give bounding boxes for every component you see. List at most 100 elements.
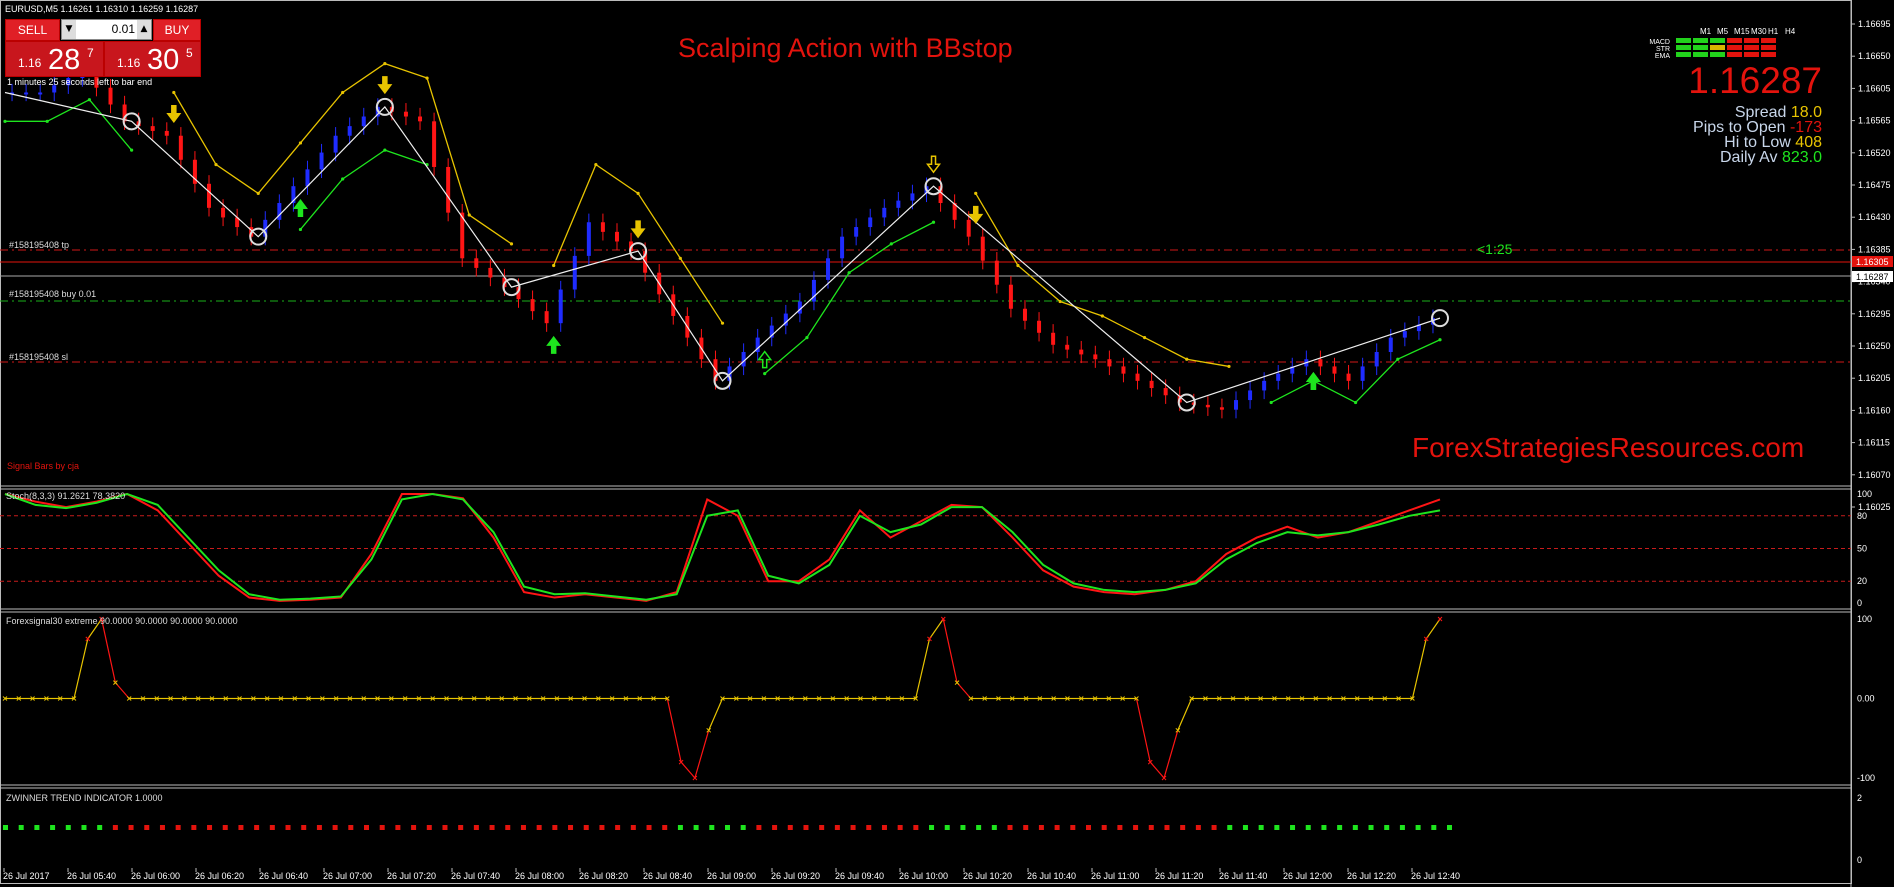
bbstop-dot: [1353, 400, 1358, 405]
trend-dot-down: [1211, 825, 1217, 830]
candle-bear: [614, 231, 619, 242]
trend-dot-down: [458, 825, 464, 830]
price-tick-label: 1.16565: [1858, 116, 1891, 126]
daily-label: Daily Av: [1719, 149, 1778, 166]
signal-cell: [1761, 52, 1776, 57]
time-tick-label: 26 Jul 08:00: [515, 871, 564, 881]
lot-size-input[interactable]: ▼ 0.01 ▲: [61, 19, 152, 40]
candle-bull: [333, 135, 338, 153]
price-tick-label: 1.16475: [1858, 180, 1891, 190]
trend-dot-down: [489, 825, 495, 830]
tp-label: #158195408 tp: [9, 240, 69, 250]
candle-bear: [980, 236, 985, 261]
candle-bear: [1008, 284, 1013, 309]
timeframe-label: M1: [1700, 27, 1712, 36]
timeframe-label: M15: [1734, 27, 1750, 36]
trend-dot-up: [1242, 825, 1248, 830]
lot-decrease-icon[interactable]: ▼: [62, 20, 76, 39]
bbstop-dot: [256, 191, 260, 196]
stoch-label: Stoch(8,3,3) 91.2621 78.3820: [6, 491, 125, 501]
candle-bull: [319, 152, 324, 170]
trend-dot-down: [395, 825, 401, 830]
candle-bear: [164, 130, 169, 136]
sell-quote-button[interactable]: 1.16 28 7: [5, 41, 104, 77]
trend-dot-down: [1070, 825, 1076, 830]
candle-bear: [544, 311, 549, 324]
buy-quote-button[interactable]: 1.16 30 5: [104, 41, 201, 77]
time-tick-label: 26 Jul 12:20: [1347, 871, 1396, 881]
bbstop-dot: [1185, 357, 1189, 361]
trend-dot-down: [269, 825, 275, 830]
trend-dot-up: [50, 825, 56, 830]
signal-cell: [1676, 38, 1691, 43]
up-arrow-icon: [546, 335, 562, 354]
bbstop-dot: [636, 191, 640, 196]
zwinner-dots: [3, 825, 1452, 830]
bbstop-dot: [1269, 400, 1273, 405]
candle-bear: [530, 299, 535, 312]
candle-bull: [882, 207, 887, 218]
forexsignal-tick-label: 0.00: [1857, 694, 1875, 704]
trend-dot-down: [1133, 825, 1139, 830]
symbol-info: EURUSD,M5 1.16261 1.16310 1.16259 1.1628…: [5, 4, 199, 14]
trend-dot-down: [850, 825, 856, 830]
trend-dot-down: [144, 825, 150, 830]
trend-dot-up: [1384, 825, 1390, 830]
forexsignal-line: [2, 616, 1443, 781]
trend-dot-down: [897, 825, 903, 830]
signal-dashboard: M1 M5 M15 M30 H1 H4 MACD STR EMA 1.16287 Spread …: [1640, 26, 1825, 176]
lot-increase-icon[interactable]: ▲: [137, 20, 151, 39]
signal-cell: [1744, 38, 1759, 43]
candle-bull: [1234, 400, 1239, 410]
bbstop-dot: [847, 271, 851, 275]
trend-dot-up: [1368, 825, 1374, 830]
signal-cell: [1693, 38, 1708, 43]
time-tick-label: 26 Jul 08:40: [643, 871, 692, 881]
forexsignal-segment: [942, 618, 958, 683]
trend-dot-down: [520, 825, 526, 830]
signal-bars-label: Signal Bars by cja: [7, 461, 80, 471]
candle-bear: [1318, 359, 1323, 367]
trend-dot-up: [1415, 825, 1421, 830]
candle-bear: [221, 207, 226, 218]
candle-bear: [1163, 388, 1168, 396]
up-arrow-icon: [292, 198, 308, 217]
trend-dot-down: [301, 825, 307, 830]
signal-cell: [1693, 52, 1708, 57]
forexsignal-segment: [1135, 698, 1151, 763]
candle-bull: [910, 193, 915, 201]
bbstop-dot: [720, 321, 725, 325]
zwinner-tick: 2: [1857, 793, 1862, 803]
candle-bear: [1121, 366, 1126, 374]
trend-dot-down: [787, 825, 793, 830]
candle-bear: [178, 135, 183, 160]
candle-bull: [38, 92, 43, 95]
candle-bear: [403, 111, 408, 117]
trend-dot-down: [1007, 825, 1013, 830]
candle-bear: [966, 219, 971, 237]
chart-title: Scalping Action with BBstop: [678, 33, 1013, 63]
trend-dot-down: [159, 825, 165, 830]
sell-button[interactable]: SELL: [5, 19, 60, 41]
trend-dot-up: [1321, 825, 1327, 830]
price-tick-label: 1.16070: [1858, 470, 1891, 480]
timeframe-label: H4: [1785, 27, 1796, 36]
price-tick-label: 1.16160: [1858, 405, 1891, 415]
candle-bull: [1360, 366, 1365, 381]
trend-dot-down: [772, 825, 778, 830]
candle-bull: [854, 227, 859, 237]
price-tick-label: 1.16430: [1858, 212, 1891, 222]
trend-dot-down: [1180, 825, 1186, 830]
daily-row: Daily Av 823.0: [1720, 149, 1822, 167]
price-tick-label: 1.16650: [1858, 51, 1891, 61]
candle-bear: [488, 267, 493, 278]
time-axis: 26 Jul 2017 26 Jul 05:40 26 Jul 06:00 26 Ju…: [3, 868, 1460, 881]
trend-dot-down: [599, 825, 605, 830]
candle-bear: [1037, 320, 1042, 333]
bbstop-dot: [678, 256, 682, 260]
lot-size-value[interactable]: 0.01: [77, 20, 135, 39]
bbstop-dot: [383, 148, 387, 152]
down-arrow-icon: [377, 76, 393, 95]
time-tick-label: 26 Jul 06:20: [195, 871, 244, 881]
buy-button[interactable]: BUY: [153, 19, 201, 41]
